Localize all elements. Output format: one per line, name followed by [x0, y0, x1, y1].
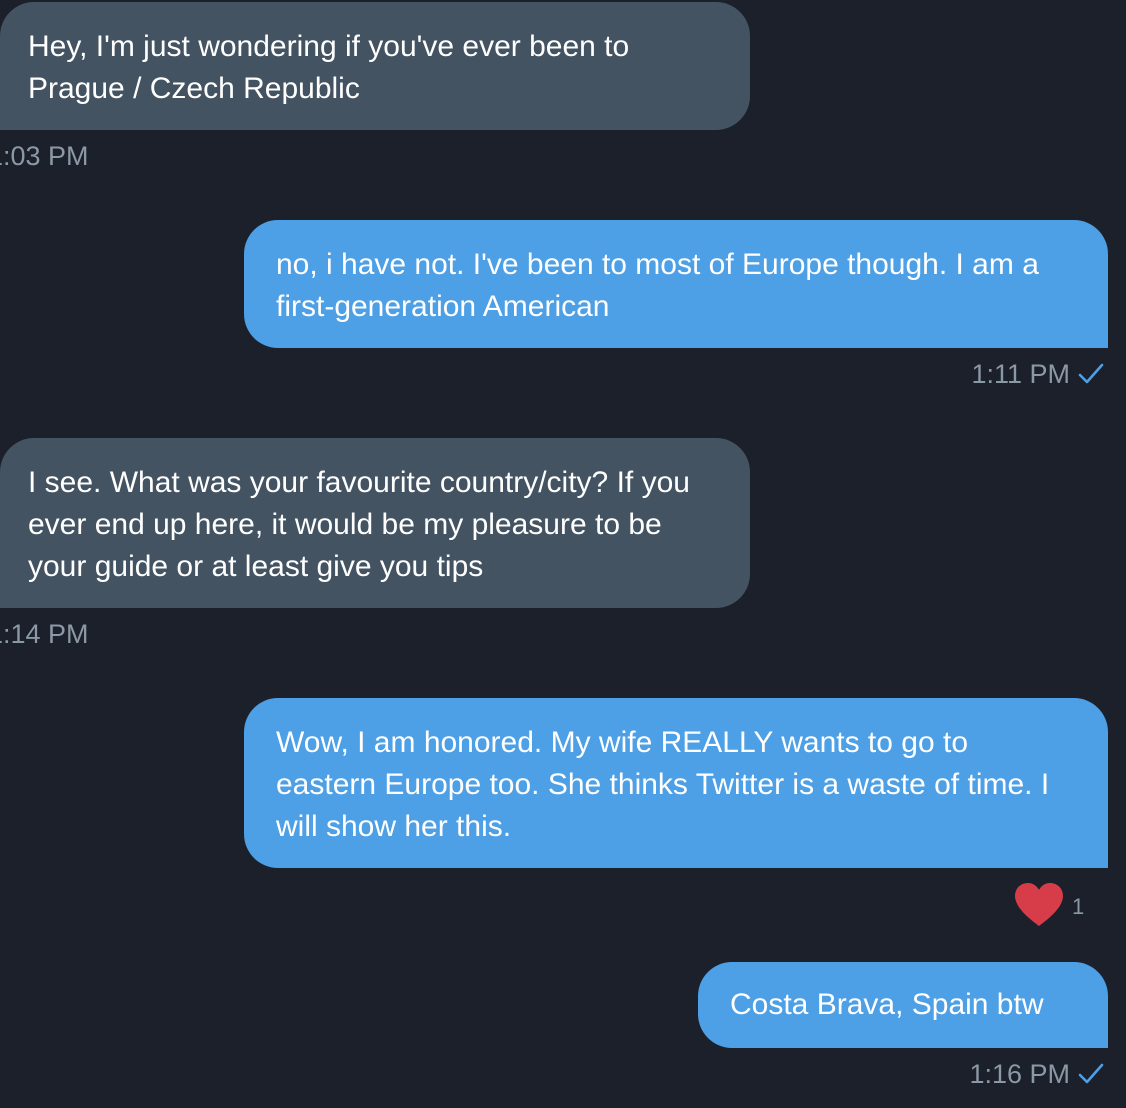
- message-bubble-sent[interactable]: Costa Brava, Spain btw: [698, 962, 1108, 1048]
- message-text: Costa Brava, Spain btw: [730, 988, 1044, 1021]
- message-text: Wow, I am honored. My wife REALLY wants …: [276, 726, 1050, 843]
- message-text: Hey, I'm just wondering if you've ever b…: [28, 30, 630, 105]
- message-text: no, i have not. I've been to most of Eur…: [276, 248, 1039, 323]
- message-timestamp: 1:16 PM: [969, 1059, 1070, 1089]
- reaction-count: 1: [1072, 894, 1085, 919]
- message-bubble-received[interactable]: I see. What was your favourite country/c…: [0, 438, 750, 608]
- message-bubble-received[interactable]: Hey, I'm just wondering if you've ever b…: [0, 2, 750, 130]
- message-timestamp: 1:11 PM: [971, 359, 1070, 389]
- message-timestamp: 1:14 PM: [0, 619, 89, 649]
- check-icon: [1078, 1063, 1104, 1084]
- message-text: I see. What was your favourite country/c…: [28, 466, 690, 583]
- check-icon: [1078, 363, 1104, 384]
- dm-conversation: Hey, I'm just wondering if you've ever b…: [0, 0, 1126, 1108]
- message-bubble-sent[interactable]: Wow, I am honored. My wife REALLY wants …: [244, 698, 1108, 868]
- heart-icon[interactable]: [1013, 882, 1065, 928]
- message-timestamp: 1:03 PM: [0, 141, 89, 171]
- message-bubble-sent[interactable]: no, i have not. I've been to most of Eur…: [244, 220, 1108, 348]
